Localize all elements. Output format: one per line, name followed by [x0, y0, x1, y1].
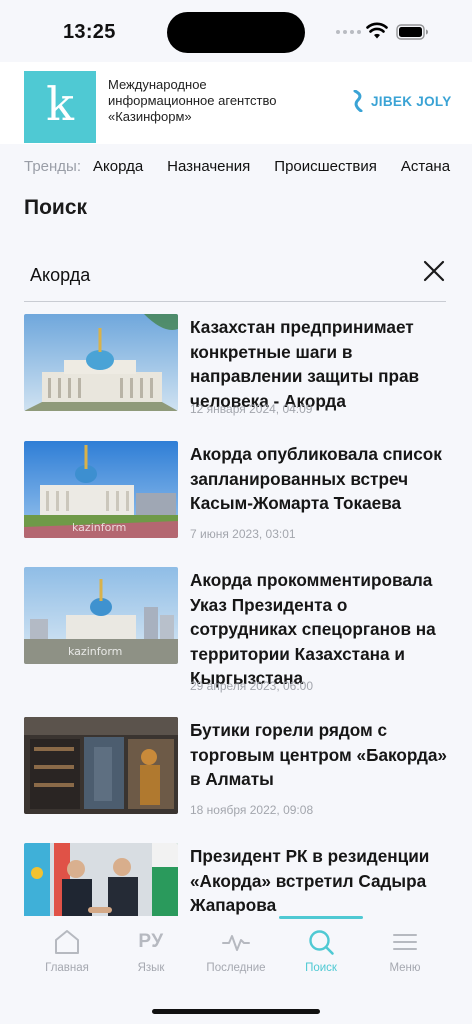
- news-title[interactable]: Бутики горели рядом с торговым центром «…: [190, 718, 454, 792]
- kazinform-logo[interactable]: k: [24, 71, 96, 143]
- trends-label: Тренды:: [24, 157, 81, 175]
- fire-photo: [24, 717, 178, 814]
- jibek-joly-logo[interactable]: JIBEK JOLY: [352, 90, 452, 112]
- tab-menu[interactable]: Меню: [363, 928, 447, 988]
- news-item[interactable]: kazinform Акорда прокомментировала Указ …: [24, 567, 454, 693]
- tab-label: Меню: [389, 962, 421, 974]
- tab-label: Главная: [45, 962, 89, 974]
- language-icon: РУ: [138, 931, 164, 952]
- news-date: 18 ноября 2022, 09:08: [190, 803, 314, 817]
- active-tab-indicator: [279, 916, 363, 919]
- agency-line: информационное агентство: [108, 93, 277, 108]
- agency-name: Международное информационное агентство «…: [108, 77, 308, 125]
- news-date: 12 января 2024, 04:09: [190, 402, 313, 416]
- status-bar: 13:25: [0, 0, 472, 62]
- news-item[interactable]: kazinform Акорда опубликовала список зап…: [24, 441, 454, 551]
- tab-label: Последние: [206, 962, 266, 974]
- wifi-icon: [366, 22, 388, 39]
- status-time: 13:25: [63, 21, 116, 43]
- tab-search[interactable]: Поиск: [279, 928, 363, 988]
- news-date: 7 июня 2023, 03:01: [190, 527, 296, 541]
- tab-label: Язык: [137, 962, 165, 974]
- clear-search-button[interactable]: [422, 259, 446, 283]
- jibek-joly-icon: [353, 90, 363, 112]
- tab-home[interactable]: Главная: [25, 928, 109, 988]
- svg-text:kazinform: kazinform: [72, 521, 126, 534]
- news-title[interactable]: Президент РК в резиденции «Акорда» встре…: [190, 844, 454, 918]
- svg-text:kazinform: kazinform: [68, 645, 122, 658]
- home-indicator: [152, 1009, 320, 1014]
- partner-name: JIBEK JOLY: [371, 93, 452, 109]
- menu-icon: [393, 934, 417, 950]
- bottom-tab-bar: Главная РУ Язык Последние Поиск Меню: [0, 916, 472, 1024]
- trends-bar: Тренды: Акорда Назначения Происшествия А…: [0, 144, 472, 188]
- news-title[interactable]: Акорда прокомментировала Указ Президента…: [190, 568, 454, 691]
- agency-line: Международное: [108, 77, 207, 92]
- news-title[interactable]: Казахстан предпринимает конкретные шаги …: [190, 315, 454, 413]
- tab-label: Поиск: [305, 962, 337, 974]
- signal-icon: [336, 30, 361, 34]
- news-date: 29 апреля 2023, 06:00: [190, 679, 314, 693]
- trend-astana[interactable]: Астана: [401, 158, 450, 175]
- news-item[interactable]: Казахстан предпринимает конкретные шаги …: [24, 314, 454, 424]
- akorda-palace-photo: kazinform: [24, 567, 178, 664]
- search-input[interactable]: [30, 262, 400, 288]
- search-icon: [309, 930, 334, 955]
- search-field: [24, 250, 446, 302]
- akorda-palace-photo: kazinform: [24, 441, 178, 538]
- trend-incidents[interactable]: Происшествия: [274, 158, 377, 175]
- dynamic-island: [167, 12, 305, 53]
- trend-akorda[interactable]: Акорда: [93, 158, 143, 175]
- agency-line: «Казинформ»: [108, 109, 192, 124]
- app-header: k Международное информационное агентство…: [0, 62, 472, 144]
- logo-letter: k: [46, 77, 74, 131]
- news-title[interactable]: Акорда опубликовала список запланированн…: [190, 442, 454, 516]
- home-icon: [55, 930, 79, 954]
- tab-language[interactable]: РУ Язык: [109, 928, 193, 988]
- tab-latest[interactable]: Последние: [194, 928, 278, 988]
- battery-icon: [396, 24, 428, 40]
- akorda-palace-photo: [24, 314, 178, 411]
- pulse-icon: [222, 935, 250, 951]
- trend-appointments[interactable]: Назначения: [167, 158, 250, 175]
- page-title: Поиск: [24, 196, 88, 219]
- news-item[interactable]: Бутики горели рядом с торговым центром «…: [24, 717, 454, 827]
